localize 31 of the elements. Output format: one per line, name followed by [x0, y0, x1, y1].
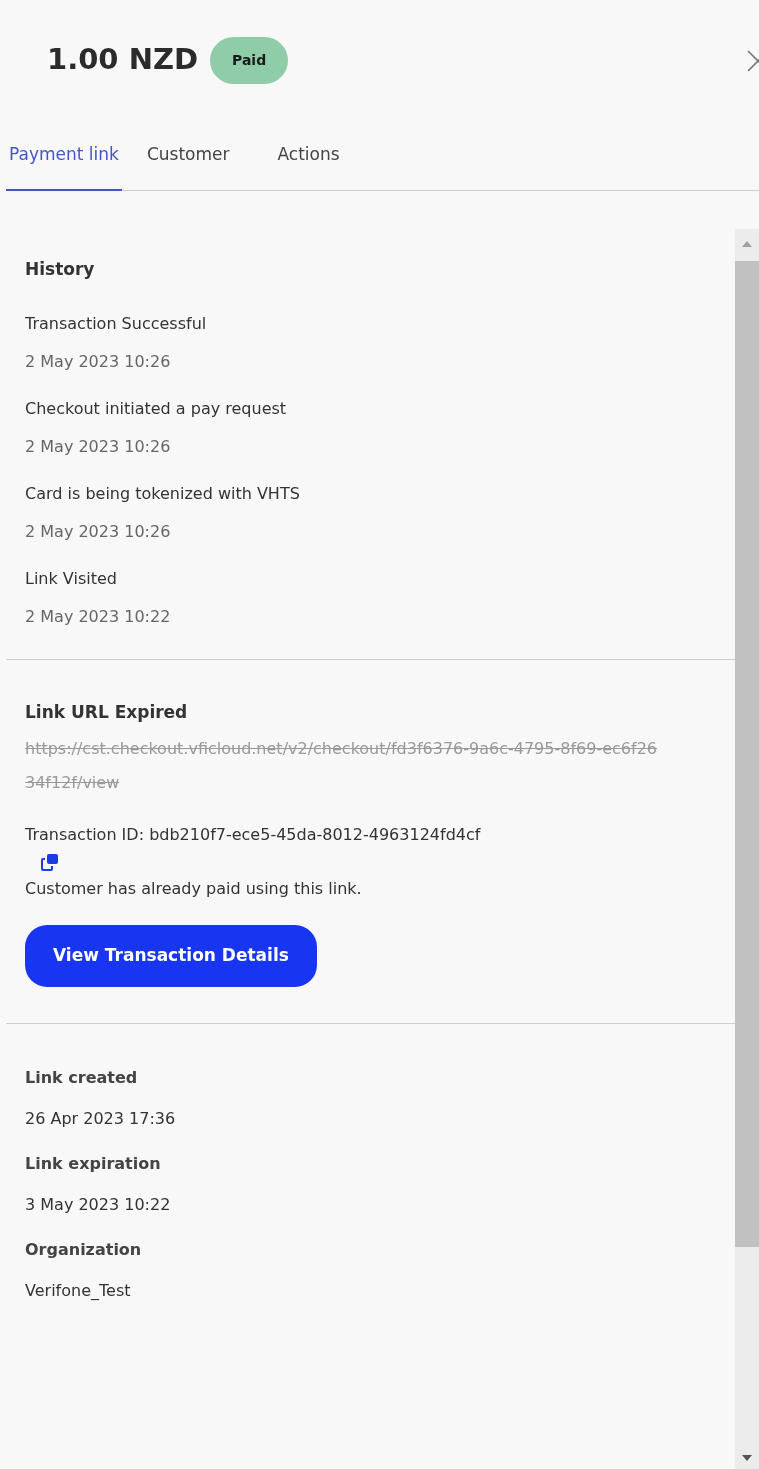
section-heading: History — [25, 258, 96, 281]
detail-label: Link created — [25, 1067, 139, 1089]
tab[interactable]: Payment link — [6, 120, 122, 191]
copy-icon[interactable] — [40, 852, 60, 872]
event-time: 2 May 2023 10:26 — [25, 436, 172, 458]
view-transaction-button[interactable]: View Transaction Details — [25, 925, 317, 987]
event-title: Checkout initiated a pay request — [25, 398, 288, 420]
transaction-id: Transaction ID: bdb210f7-ece5-45da-8012-4963124fd4cf — [25, 824, 482, 846]
scroll-up-icon[interactable] — [742, 241, 752, 247]
status-badge: Paid — [210, 36, 289, 84]
event-time: 2 May 2023 10:26 — [25, 521, 172, 543]
event-time: 2 May 2023 10:26 — [25, 351, 172, 373]
detail-label: Link expiration — [25, 1153, 162, 1175]
event-title: Link Visited — [25, 568, 118, 590]
detail-label: Organization — [25, 1239, 143, 1261]
detail-value: Verifone_Test — [25, 1280, 132, 1302]
scroll-down-icon[interactable] — [742, 1455, 752, 1461]
detail-value: 26 Apr 2023 17:36 — [25, 1108, 177, 1130]
scrollbar[interactable] — [735, 229, 759, 1469]
scrollbar-thumb[interactable] — [735, 261, 759, 1247]
close-icon[interactable] — [747, 50, 759, 72]
tab[interactable]: Customer — [142, 120, 234, 190]
paid-message: Customer has already paid using this link. — [25, 878, 363, 900]
link-url: https://cst.checkout.vficloud.net/v2/checkout/fd3f6376-9a6c-4795-8f69-ec6f2634f12f/view — [25, 738, 658, 794]
event-title: Transaction Successful — [25, 313, 208, 335]
tab[interactable]: Actions — [273, 120, 344, 190]
event-time: 2 May 2023 10:22 — [25, 606, 172, 628]
detail-value: 3 May 2023 10:22 — [25, 1194, 172, 1216]
section-heading: Link URL Expired — [25, 701, 189, 724]
amount-title: 1.00 NZD — [47, 41, 199, 79]
event-title: Card is being tokenized with VHTS — [25, 483, 301, 505]
